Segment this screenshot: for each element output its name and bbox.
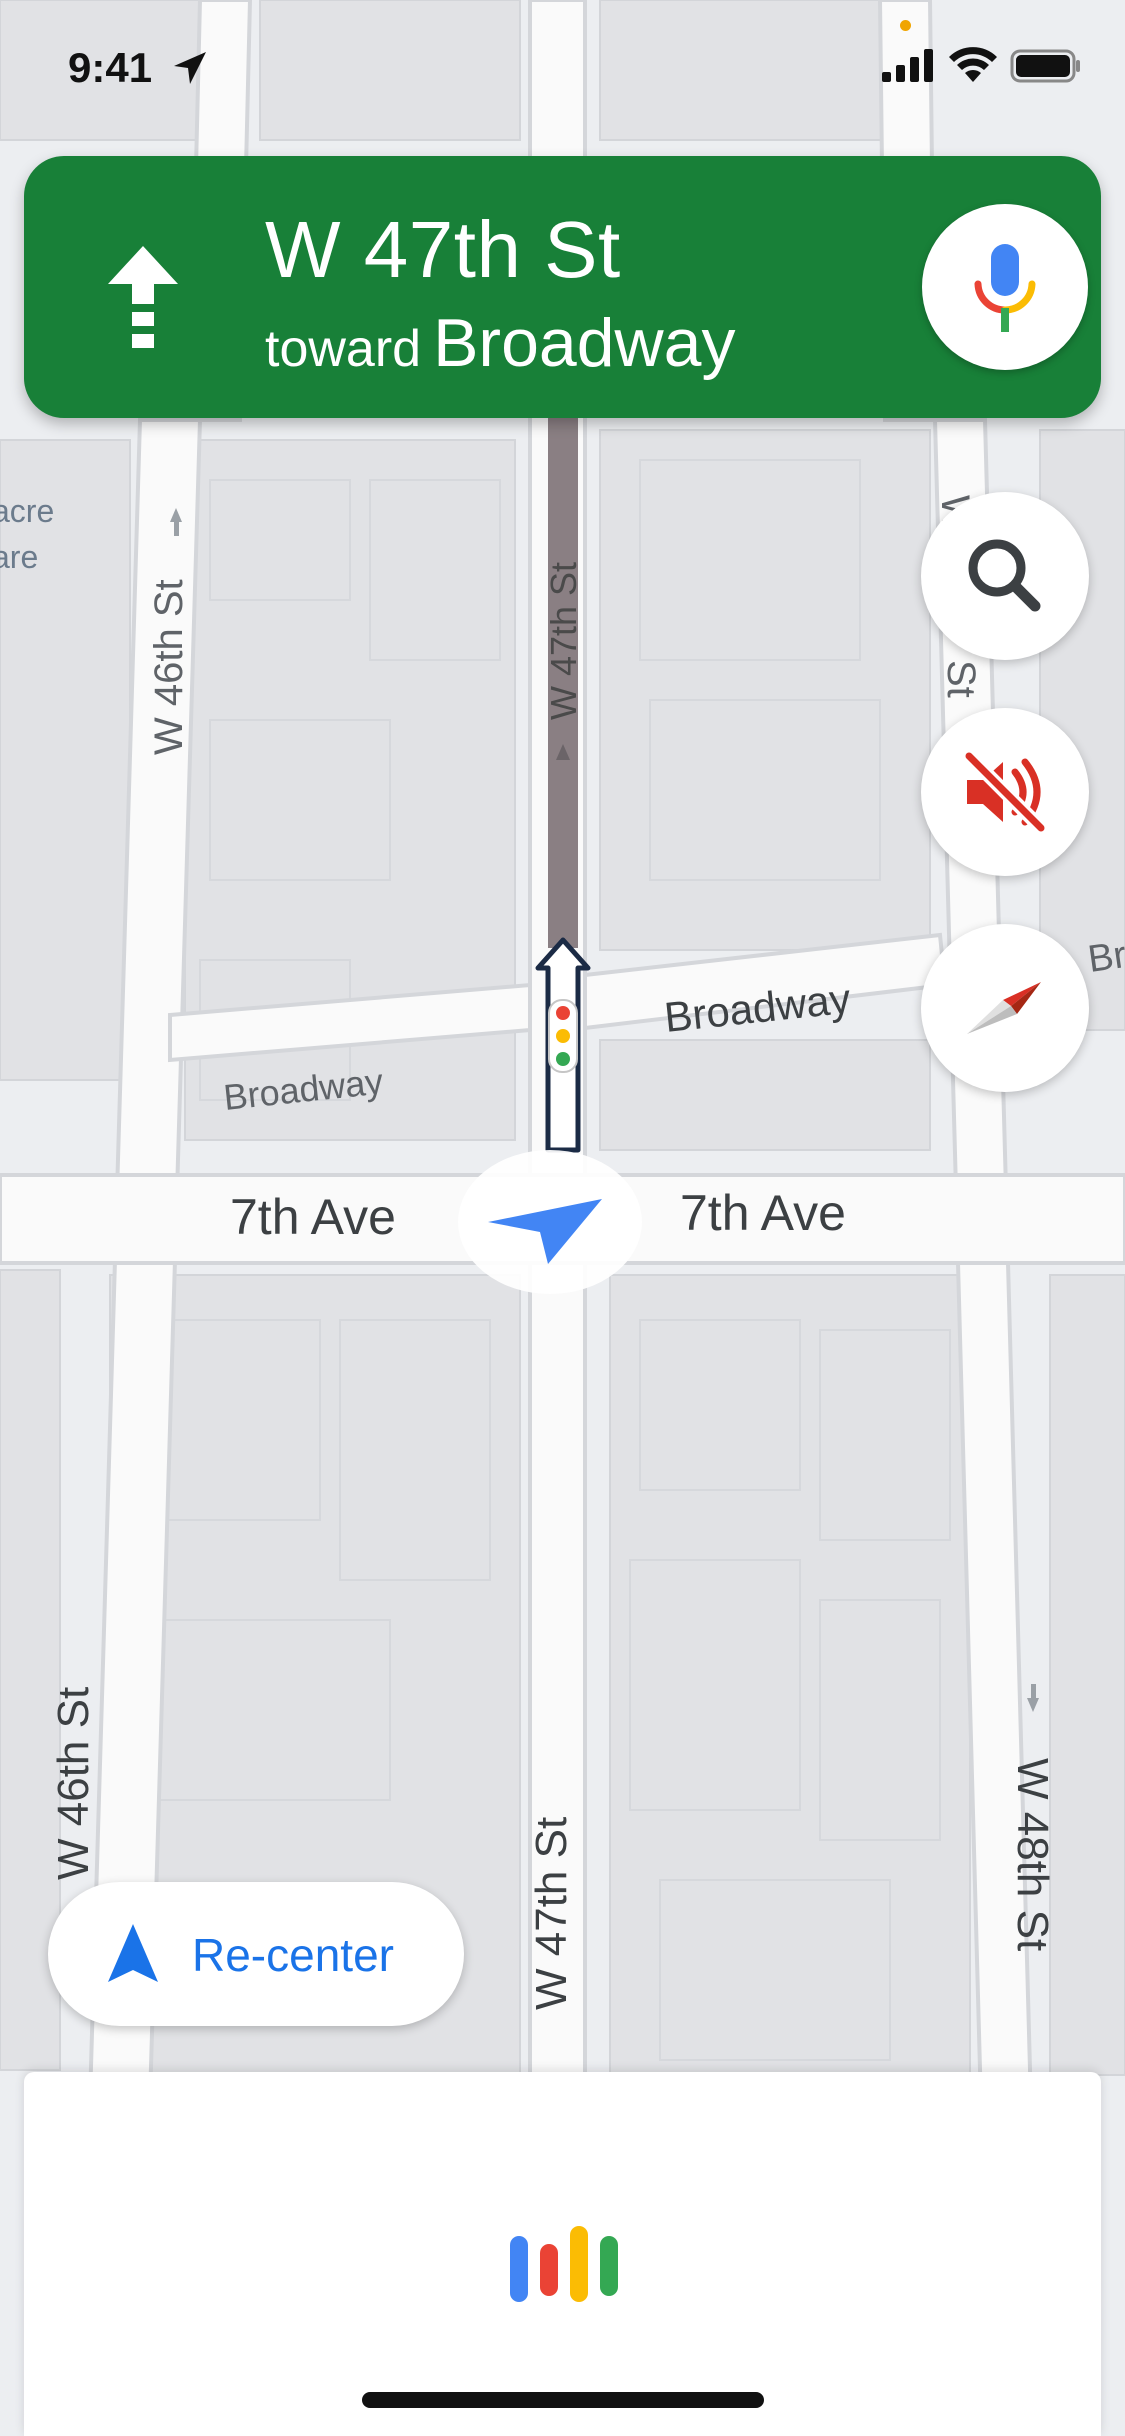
map-label-w46-bottom: W 46th St (49, 1687, 98, 1880)
recenter-label: Re-center (192, 1929, 394, 1981)
map-label-st-fragment: St (939, 660, 983, 698)
battery-icon (1010, 49, 1080, 83)
mute-icon (964, 751, 1046, 833)
location-arrow-icon (174, 52, 206, 84)
compass-icon (967, 982, 1041, 1034)
mic-icon (974, 244, 1036, 332)
toward-line: toward Broadway (265, 304, 735, 382)
map-label-w48-right: W 48th St (1008, 1758, 1057, 1951)
privacy-indicator-dot (900, 20, 911, 31)
toward-label: toward (265, 320, 422, 378)
map-label-w47-route: W 47th St (543, 562, 584, 720)
navigation-arrow-icon (108, 1924, 158, 1982)
compass-button[interactable] (921, 924, 1089, 1092)
navigation-banner[interactable]: W 47th St toward Broadway (24, 156, 1101, 418)
toward-destination: Broadway (433, 305, 736, 381)
voice-search-button[interactable] (922, 204, 1088, 370)
straight-arrow-icon (108, 246, 178, 348)
assistant-bottom-sheet[interactable] (24, 2072, 1101, 2436)
recenter-button[interactable]: Re-center (48, 1882, 464, 2026)
map-label-w46-top: W 46th St (147, 579, 191, 755)
status-bar: 9:41 (0, 0, 1125, 140)
map-label-7th-ave-left: 7th Ave (230, 1189, 396, 1245)
map-label-w47-bottom: W 47th St (527, 1817, 576, 2010)
search-icon (968, 539, 1041, 612)
mute-button[interactable] (921, 708, 1089, 876)
map-label-broadway-edge: Bru (1085, 931, 1125, 981)
home-indicator[interactable] (362, 2392, 764, 2408)
map-label-7th-ave-right: 7th Ave (680, 1185, 846, 1241)
traffic-light-icon (548, 999, 578, 1073)
map-label-are-fragment: are (0, 539, 38, 575)
wifi-icon (949, 47, 997, 82)
search-button[interactable] (921, 492, 1089, 660)
current-street-name: W 47th St (265, 205, 621, 294)
status-time: 9:41 (68, 44, 153, 91)
cellular-signal-icon (882, 49, 933, 82)
map-label-acre-fragment: acre (0, 493, 54, 529)
